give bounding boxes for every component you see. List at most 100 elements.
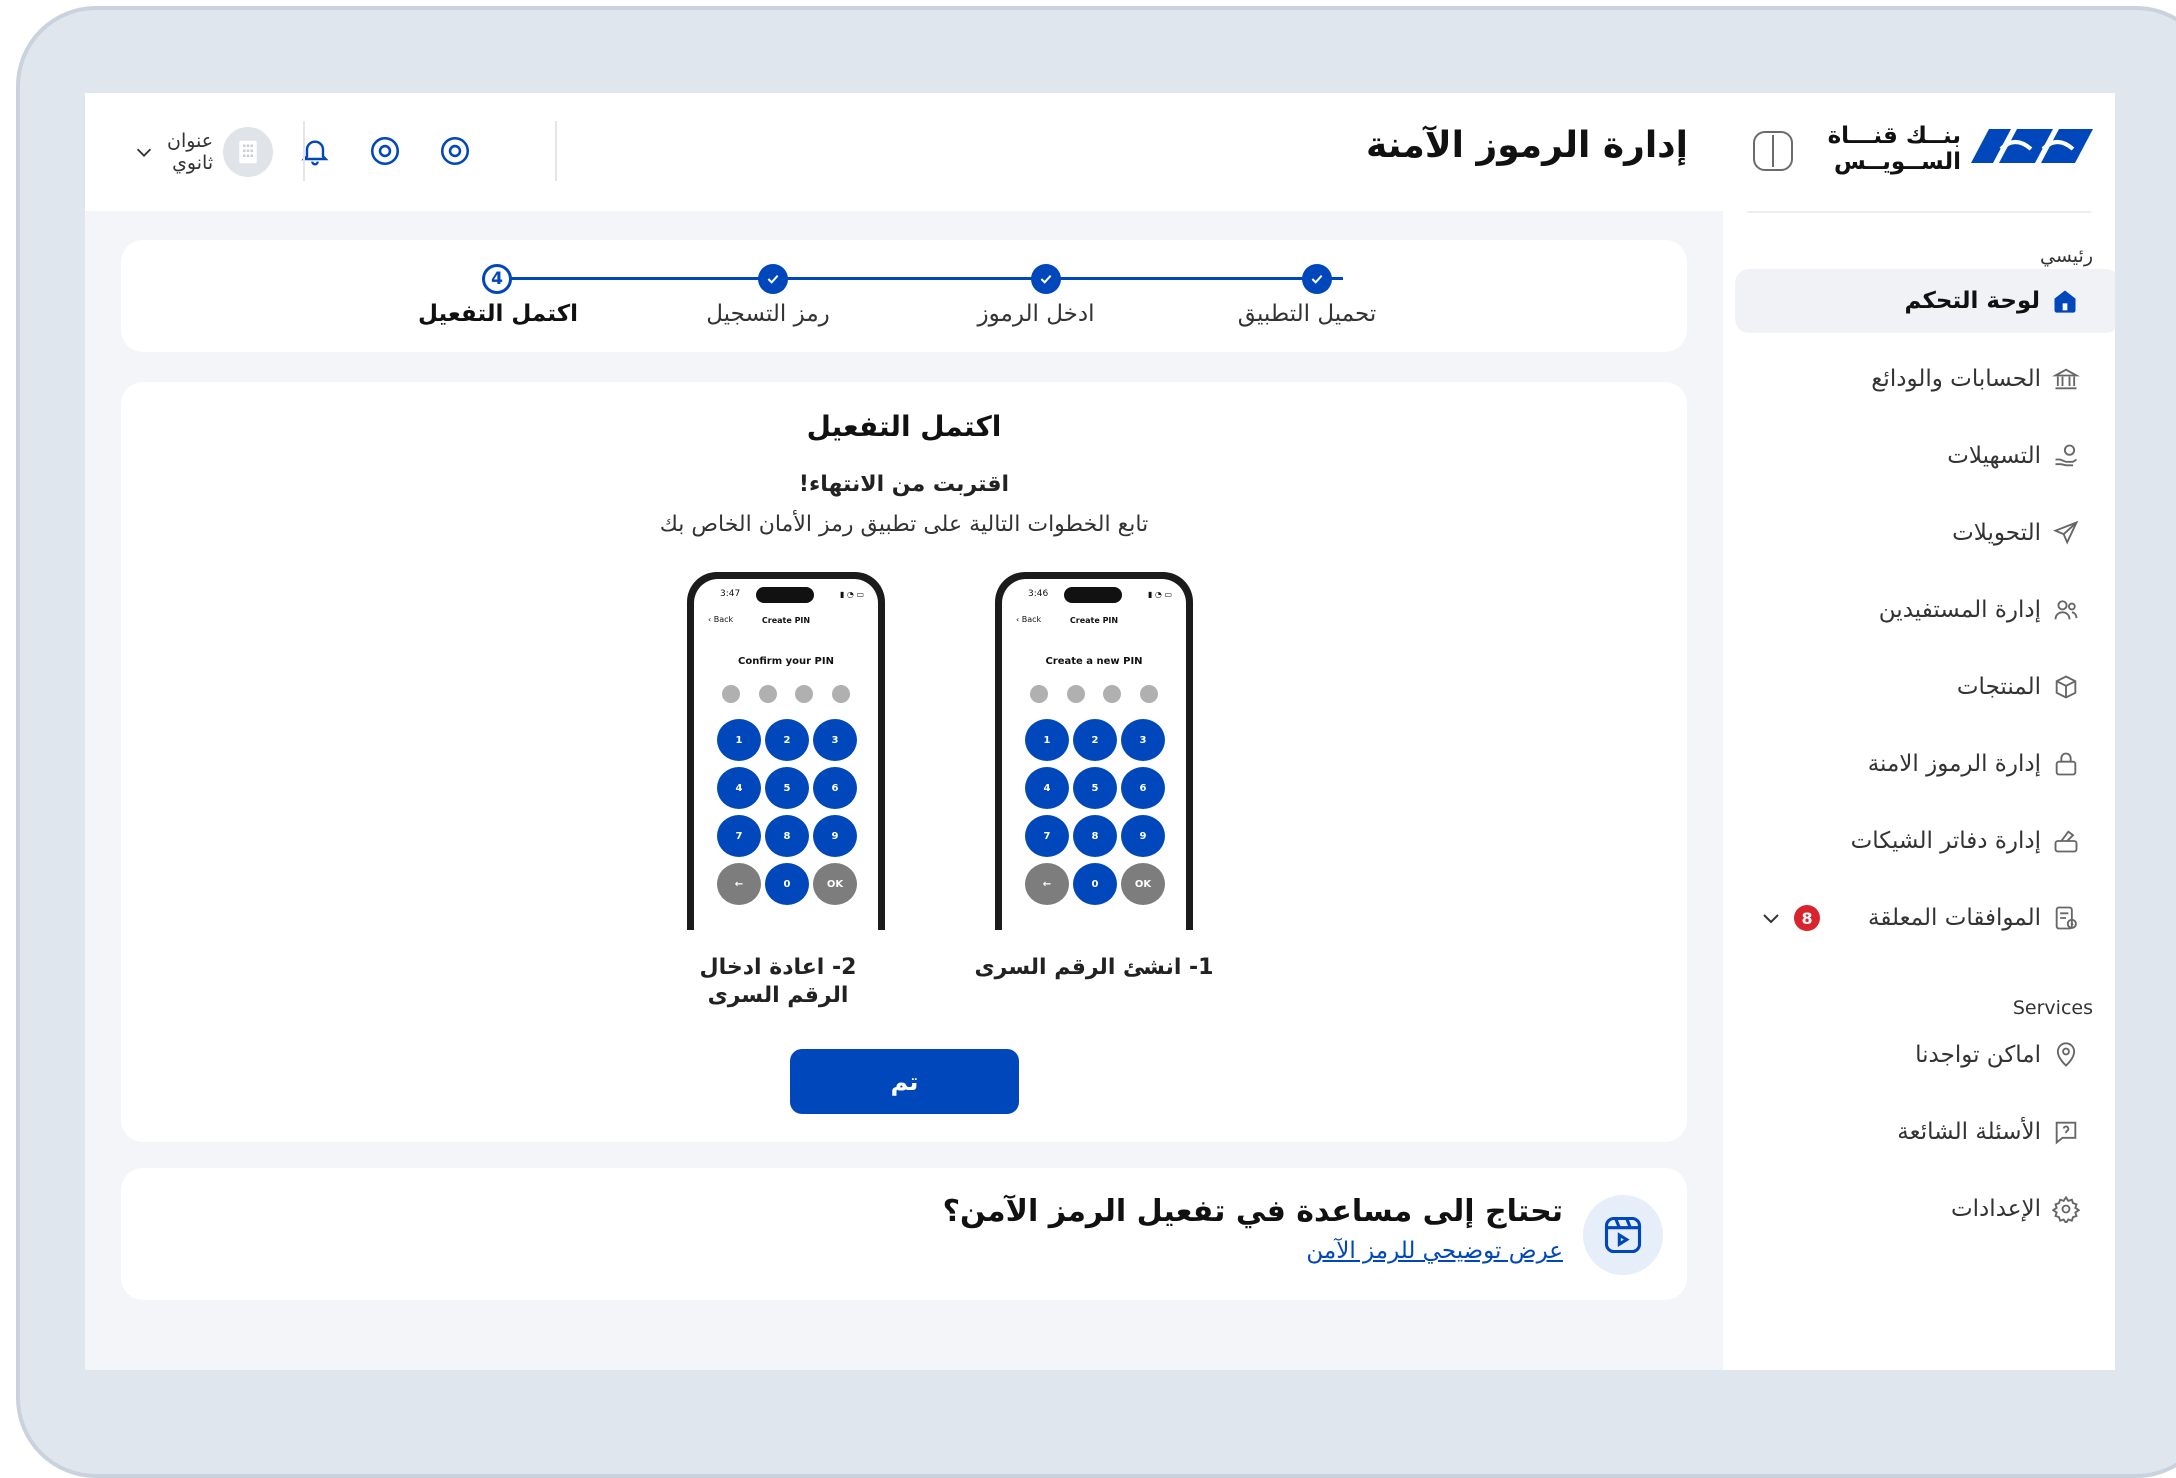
step-1-check-icon [1302, 264, 1332, 294]
sidebar-item-secure-tokens[interactable]: إدارة الرموز الامنة [1708, 732, 2093, 796]
bell-icon[interactable] [293, 129, 337, 173]
help-title: تحتاج إلى مساعدة في تفعيل الرمز الآمن؟ [942, 1194, 1563, 1229]
eye-icon[interactable] [433, 129, 477, 173]
page-title: إدارة الرموز الآمنة [1366, 125, 1688, 166]
sidebar-item-facilities[interactable]: التسهيلات [1708, 424, 2093, 488]
sidebar-item-label: المنتجات [1956, 674, 2041, 700]
sidebar-item-label: إدارة دفاتر الشيكات [1850, 828, 2041, 854]
sidebar-item-label: إدارة المستفيدين [1878, 597, 2041, 623]
pin-keypad: 1 2 3 4 5 6 7 8 9 ← 0 OK [1025, 719, 1165, 905]
bank-name-line1: بنــك قنـــاة [1827, 123, 1961, 149]
phone-notch [1064, 587, 1122, 603]
card-description: تابع الخطوات التالية على تطبيق رمز الأما… [659, 512, 1149, 537]
pin-dots [722, 685, 850, 703]
keypad-key: 1 [717, 719, 761, 761]
lock-icon [2051, 749, 2081, 779]
avatar [223, 127, 274, 177]
approval-icon [2051, 903, 2081, 933]
keypad-key: 7 [717, 815, 761, 857]
chevron-down-icon[interactable] [131, 139, 157, 165]
send-icon [2051, 518, 2081, 548]
keypad-backspace: ← [1025, 863, 1069, 905]
sidebar-item-transfers[interactable]: التحويلات [1708, 501, 2093, 565]
pin-keypad: 1 2 3 4 5 6 7 8 9 ← 0 OK [717, 719, 857, 905]
step-label-registration-code: رمز التسجيل [706, 301, 830, 327]
phone-time: 3:46 [1028, 589, 1049, 599]
sidebar-item-faq[interactable]: الأسئلة الشائعة [1708, 1100, 2093, 1164]
keypad-key: 7 [1025, 815, 1069, 857]
sidebar-item-locations[interactable]: اماكن تواجدنا [1708, 1023, 2093, 1087]
activation-complete-card: اكتمل التفعيل اقتربت من الانتهاء! تابع ا… [121, 382, 1687, 1142]
sidebar-item-dashboard[interactable]: لوحة التحكم [1735, 269, 2115, 333]
pin-dots [1030, 685, 1158, 703]
header-divider [303, 121, 305, 181]
logo-mark-icon [1971, 129, 2093, 163]
sidebar-item-checkbooks[interactable]: إدارة دفاتر الشيكات [1708, 809, 2093, 873]
sidebar-item-label: التحويلات [1952, 520, 2041, 546]
users-icon [2051, 595, 2081, 625]
location-icon [2051, 1040, 2081, 1070]
step-caption-create-pin: 1- انشئ الرقم السرى [974, 955, 1214, 980]
sidebar-item-label: الحسابات والودائع [1871, 366, 2041, 392]
phone-create-pin: 3:46 ▮ ◔ ▭ ‹ Back Create PIN Create a ne… [995, 572, 1193, 930]
pending-count-badge: 8 [1794, 905, 1821, 931]
keypad-key: 2 [1073, 719, 1117, 761]
keypad-key: 6 [813, 767, 857, 809]
phone-screen-title: Create PIN [1069, 616, 1119, 625]
keypad-key: 6 [1121, 767, 1165, 809]
hand-coin-icon [2051, 441, 2081, 471]
keypad-backspace: ← [717, 863, 761, 905]
phone-time: 3:47 [720, 589, 741, 599]
keypad-key: 4 [1025, 767, 1069, 809]
activation-stepper [121, 240, 1687, 352]
box-icon [2051, 672, 2081, 702]
sidebar-item-label: اماكن تواجدنا [1915, 1042, 2041, 1068]
keypad-key: 5 [1073, 767, 1117, 809]
checkbook-icon [2051, 826, 2081, 856]
bank-logo[interactable]: بنــك قنـــاة الســويــس [1828, 119, 2093, 179]
user-menu[interactable]: عنوان ثانوي [131, 127, 274, 177]
sidebar-item-pending-approvals[interactable]: الموافقات المعلقة 8 [1708, 886, 2093, 950]
keypad-ok: OK [1121, 863, 1165, 905]
keypad-key: 1 [1025, 719, 1069, 761]
sidebar-item-label: الأسئلة الشائعة [1897, 1119, 2041, 1145]
sidebar-item-settings[interactable]: الإعدادات [1708, 1177, 2093, 1241]
sidebar-item-products[interactable]: المنتجات [1708, 655, 2093, 719]
step-label-activation-complete: اكتمل التفعيل [418, 301, 578, 327]
card-title: اكتمل التفعيل [806, 410, 1002, 443]
header-divider [555, 121, 557, 181]
sidebar-item-label: لوحة التحكم [1904, 288, 2040, 314]
phone-notch [756, 587, 814, 603]
keypad-key: 5 [765, 767, 809, 809]
top-header: بنــك قنـــاة الســويــس إدارة الرموز ال… [85, 93, 2115, 211]
home-icon [2050, 286, 2080, 316]
sidebar-item-accounts[interactable]: الحسابات والودائع [1708, 347, 2093, 411]
chevron-down-icon[interactable] [1758, 905, 1784, 931]
keypad-key: 4 [717, 767, 761, 809]
keypad-ok: OK [813, 863, 857, 905]
phone-screen-title: Create PIN [761, 616, 811, 625]
help-demo-link[interactable]: عرض توضيحي للرمز الآمن [1306, 1238, 1563, 1264]
sidebar: رئيسي لوحة التحكم الحسابات والودائع التس… [1723, 211, 2115, 1370]
header-actions [293, 129, 477, 173]
step-label-download-app: تحميل التطبيق [1237, 301, 1377, 327]
sidebar-section-services: Services [2012, 997, 2093, 1019]
eye-icon[interactable] [363, 129, 407, 173]
status-icons: ▮ ◔ ▭ [839, 590, 864, 599]
help-card: تحتاج إلى مساعدة في تفعيل الرمز الآمن؟ ع… [121, 1168, 1687, 1300]
keypad-key: 0 [1073, 863, 1117, 905]
keypad-key: 9 [1121, 815, 1165, 857]
phone-screen: 3:47 ▮ ◔ ▭ ‹ Back Create PIN Confirm you… [694, 579, 878, 930]
status-icons: ▮ ◔ ▭ [1147, 590, 1172, 599]
bank-name: بنــك قنـــاة الســويــس [1828, 123, 1961, 175]
video-play-icon[interactable] [1583, 1195, 1663, 1275]
sidebar-divider [1747, 211, 2091, 213]
sidebar-toggle-icon[interactable] [1753, 131, 1793, 171]
user-name: عنوان [167, 130, 214, 152]
keypad-key: 0 [765, 863, 809, 905]
user-subtitle: ثانوي [172, 152, 214, 174]
bank-name-line2: الســويــس [1834, 149, 1961, 175]
sidebar-item-beneficiaries[interactable]: إدارة المستفيدين [1708, 578, 2093, 642]
done-button[interactable]: تم [790, 1049, 1019, 1114]
sidebar-item-label: إدارة الرموز الامنة [1867, 751, 2041, 777]
